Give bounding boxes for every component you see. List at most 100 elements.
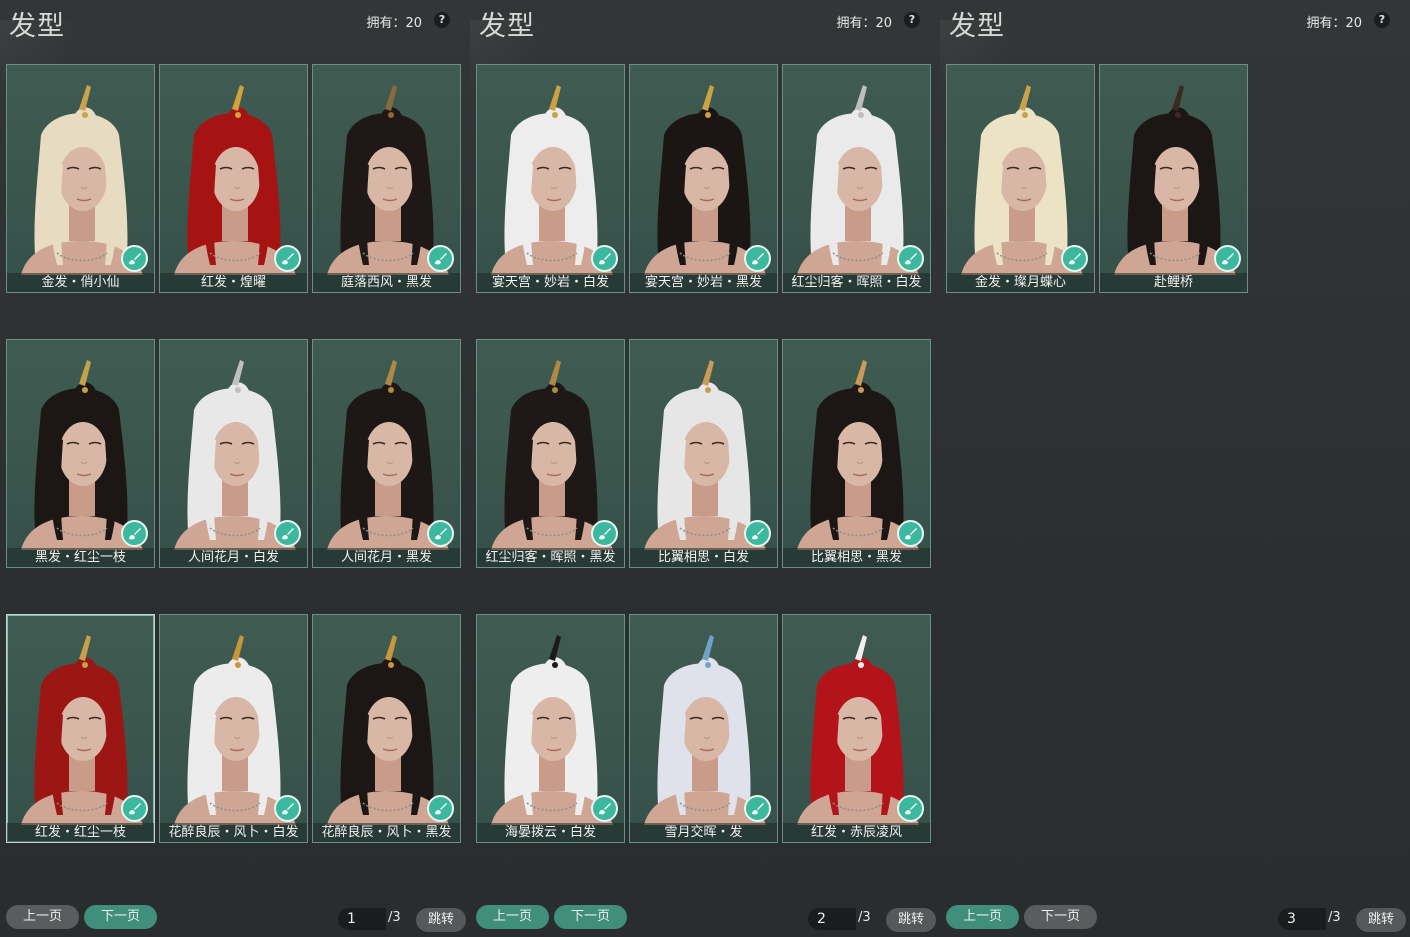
hairstyle-card[interactable]: 比翼相思・白发 — [629, 339, 778, 568]
hairstyle-name: 红尘归客・晖照・黑发 — [477, 548, 624, 567]
hairstyle-name: 人间花月・黑发 — [313, 548, 460, 567]
brush-icon[interactable] — [744, 520, 771, 547]
hairstyle-name: 比翼相思・黑发 — [783, 548, 930, 567]
hairstyle-name: 红发・红尘一枝 — [7, 823, 154, 842]
brush-icon[interactable] — [897, 520, 924, 547]
hairstyle-card[interactable]: 黑发・红尘一枝 — [6, 339, 155, 568]
brush-icon[interactable] — [591, 795, 618, 822]
hairstyle-card[interactable]: 花醉良辰・风卜・黑发 — [312, 614, 461, 843]
hairstyle-card[interactable]: 红发・红尘一枝 — [6, 614, 155, 843]
hairstyle-portrait — [174, 360, 296, 550]
hairstyle-name: 花醉良辰・风卜・白发 — [160, 823, 307, 842]
prev-page-button[interactable]: 上一页 — [476, 905, 549, 929]
hairstyle-name: 宴天宫・妙岩・白发 — [477, 273, 624, 292]
pagination-bar: 上一页下一页/3 跳转 — [0, 905, 470, 933]
hairstyle-card[interactable]: 庭落西风・黑发 — [312, 64, 461, 293]
brush-icon[interactable] — [1061, 245, 1088, 272]
page-number-input[interactable] — [808, 908, 856, 930]
hairstyle-portrait — [174, 635, 296, 825]
hairstyle-portrait — [327, 85, 449, 275]
hairstyle-card[interactable]: 海晏拨云・白发 — [476, 614, 625, 843]
next-page-button[interactable]: 下一页 — [1024, 905, 1097, 929]
hairstyle-card[interactable]: 雪月交晖・发 — [629, 614, 778, 843]
hairstyle-card[interactable]: 花醉良辰・风卜・白发 — [159, 614, 308, 843]
panel-title: 发型 — [9, 11, 65, 42]
hairstyle-name: 黑发・红尘一枝 — [7, 548, 154, 567]
hairstyle-panel-page-3: 发型 拥有：20? 金发・璨月蝶心赴鲤桥上一页下一页/3 跳转 — [940, 0, 1410, 937]
hairstyle-portrait — [797, 635, 919, 825]
brush-icon[interactable] — [427, 245, 454, 272]
hairstyle-portrait — [644, 635, 766, 825]
hairstyle-card[interactable]: 红尘归客・晖照・白发 — [782, 64, 931, 293]
question-mark-icon[interactable]: ? — [434, 12, 450, 28]
brush-icon[interactable] — [121, 245, 148, 272]
hairstyle-card[interactable]: 人间花月・黑发 — [312, 339, 461, 568]
brush-icon[interactable] — [744, 245, 771, 272]
hairstyle-name: 红尘归客・晖照・白发 — [783, 273, 930, 292]
hairstyle-name: 庭落西风・黑发 — [313, 273, 460, 292]
owned-count: 拥有：20 — [366, 16, 422, 31]
brush-icon[interactable] — [274, 245, 301, 272]
hairstyle-card[interactable]: 红尘归客・晖照・黑发 — [476, 339, 625, 568]
hairstyle-name: 金发・璨月蝶心 — [947, 273, 1094, 292]
hairstyle-name: 宴天宫・妙岩・黑发 — [630, 273, 777, 292]
page-number-input[interactable] — [338, 908, 386, 930]
hairstyle-portrait — [644, 85, 766, 275]
owned-count: 拥有：20 — [1306, 16, 1362, 31]
hairstyle-portrait — [21, 360, 143, 550]
hairstyle-portrait — [1114, 85, 1236, 275]
hairstyle-name: 海晏拨云・白发 — [477, 823, 624, 842]
brush-icon[interactable] — [1214, 245, 1241, 272]
jump-button[interactable]: 跳转 — [416, 908, 466, 932]
brush-icon[interactable] — [744, 795, 771, 822]
hairstyle-card[interactable]: 比翼相思・黑发 — [782, 339, 931, 568]
brush-icon[interactable] — [121, 795, 148, 822]
hairstyle-portrait — [797, 360, 919, 550]
brush-icon[interactable] — [897, 795, 924, 822]
hairstyle-card[interactable]: 宴天宫・妙岩・黑发 — [629, 64, 778, 293]
hairstyle-portrait — [21, 635, 143, 825]
question-mark-icon[interactable]: ? — [1374, 12, 1390, 28]
hairstyle-card[interactable]: 宴天宫・妙岩・白发 — [476, 64, 625, 293]
owned-count: 拥有：20 — [836, 16, 892, 31]
hairstyle-panel-page-2: 发型 拥有：20? 宴天宫・妙岩・白发 宴天宫・妙岩・黑发 红尘归客・晖照・白发红尘归客… — [470, 0, 940, 937]
hairstyle-name: 雪月交晖・发 — [630, 823, 777, 842]
hairstyle-portrait — [21, 85, 143, 275]
page-number-input[interactable] — [1278, 908, 1326, 930]
hairstyle-portrait — [327, 360, 449, 550]
next-page-button[interactable]: 下一页 — [554, 905, 627, 929]
hairstyle-card[interactable]: 赴鲤桥 — [1099, 64, 1248, 293]
hairstyle-name: 金发・俏小仙 — [7, 273, 154, 292]
next-page-button[interactable]: 下一页 — [84, 905, 157, 929]
hairstyle-name: 赴鲤桥 — [1100, 273, 1247, 292]
hairstyle-card[interactable]: 红发・赤辰凌风 — [782, 614, 931, 843]
page-total: /3 — [1328, 910, 1341, 925]
prev-page-button[interactable]: 上一页 — [946, 905, 1019, 929]
brush-icon[interactable] — [897, 245, 924, 272]
pagination-bar: 上一页下一页/3 跳转 — [940, 905, 1410, 933]
brush-icon[interactable] — [591, 245, 618, 272]
hairstyle-name: 人间花月・白发 — [160, 548, 307, 567]
question-mark-icon[interactable]: ? — [904, 12, 920, 28]
hairstyle-card[interactable]: 红发・煌曜 — [159, 64, 308, 293]
brush-icon[interactable] — [427, 520, 454, 547]
prev-page-button[interactable]: 上一页 — [6, 905, 79, 929]
hairstyle-card[interactable]: 人间花月・白发 — [159, 339, 308, 568]
hairstyle-panel-page-1: 发型 拥有：20? 金发・俏小仙 红发・煌曜 庭落西风・黑发黑发・红尘一枝 人间花月・白发… — [0, 0, 470, 937]
hairstyle-portrait — [491, 635, 613, 825]
brush-icon[interactable] — [591, 520, 618, 547]
brush-icon[interactable] — [274, 520, 301, 547]
brush-icon[interactable] — [274, 795, 301, 822]
jump-button[interactable]: 跳转 — [1356, 908, 1406, 932]
hairstyle-card[interactable]: 金发・璨月蝶心 — [946, 64, 1095, 293]
brush-icon[interactable] — [121, 520, 148, 547]
panel-title: 发型 — [479, 11, 535, 42]
page-total: /3 — [388, 910, 401, 925]
hairstyle-card[interactable]: 金发・俏小仙 — [6, 64, 155, 293]
hairstyle-portrait — [644, 360, 766, 550]
hairstyle-name: 红发・赤辰凌风 — [783, 823, 930, 842]
page-total: /3 — [858, 910, 871, 925]
jump-button[interactable]: 跳转 — [886, 908, 936, 932]
hairstyle-name: 花醉良辰・风卜・黑发 — [313, 823, 460, 842]
brush-icon[interactable] — [427, 795, 454, 822]
